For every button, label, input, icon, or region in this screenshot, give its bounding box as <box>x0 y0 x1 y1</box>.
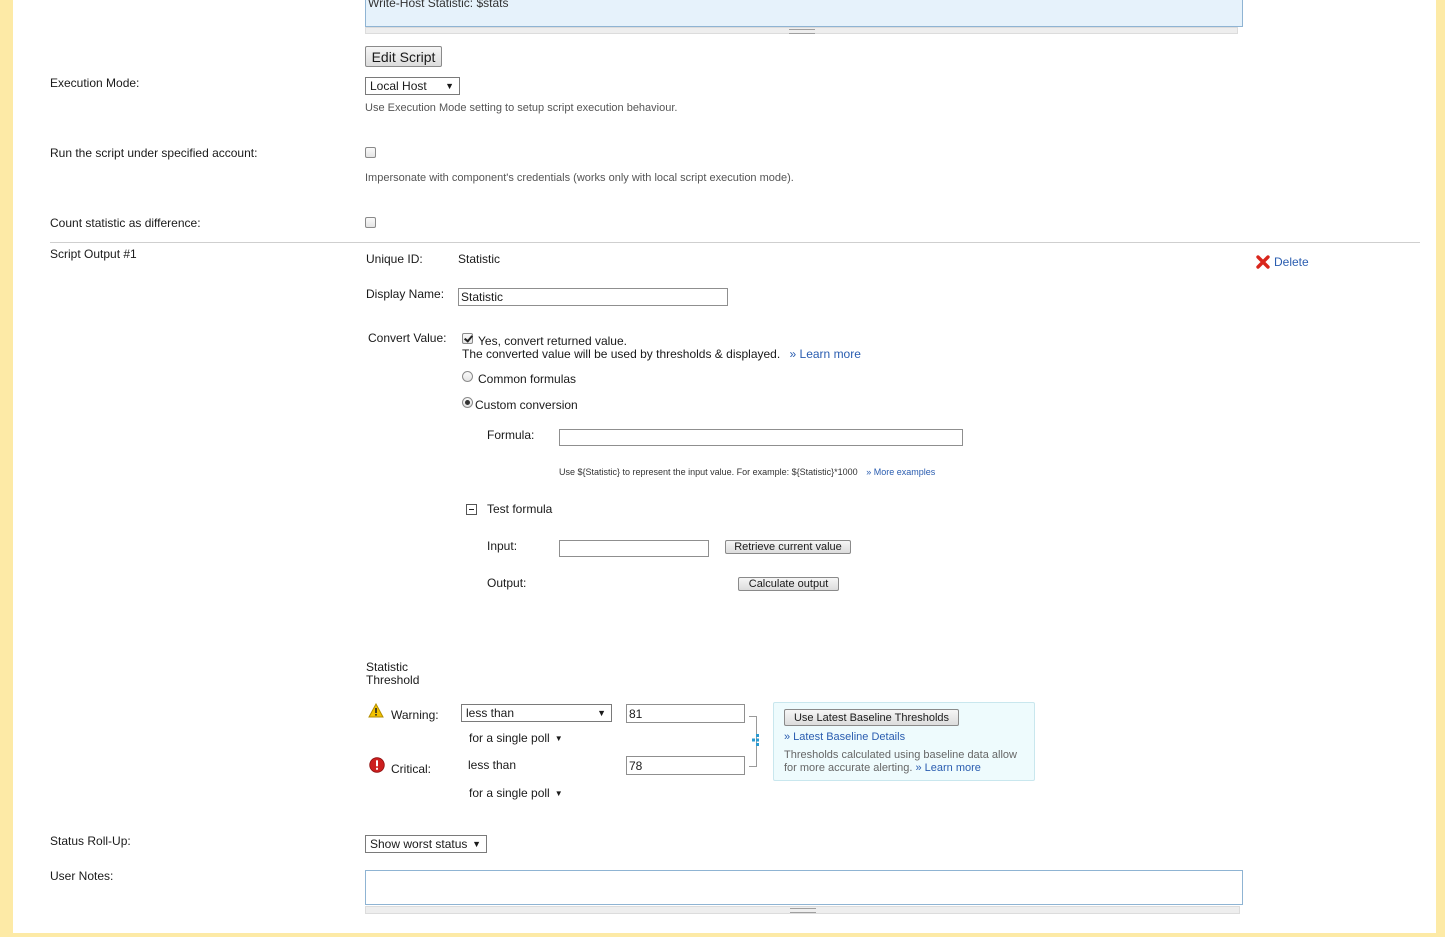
test-input-label: Input: <box>487 539 518 553</box>
status-rollup-select[interactable]: Show worst status ▼ <box>365 835 487 853</box>
baseline-note-line2: for more accurate alerting. <box>784 762 913 774</box>
caret-down-icon: ▼ <box>554 734 563 743</box>
display-name-input[interactable]: Statistic <box>458 288 728 306</box>
section-divider <box>50 242 1420 243</box>
threshold-title: Statistic Threshold <box>366 661 419 687</box>
warning-operator-select[interactable]: less than ▼ <box>461 704 612 722</box>
status-rollup-label: Status Roll-Up: <box>50 834 131 848</box>
calculate-output-button[interactable]: Calculate output <box>738 577 839 591</box>
run-as-label: Run the script under specified account: <box>50 146 258 160</box>
convert-value-label: Convert Value: <box>368 331 447 345</box>
convert-value-checkbox-label: Yes, convert returned value. <box>478 334 627 348</box>
delete-button[interactable]: Delete <box>1255 254 1309 270</box>
convert-note: The converted value will be used by thre… <box>462 347 861 361</box>
threshold-title-line2: Threshold <box>366 673 420 687</box>
user-notes-textarea[interactable] <box>365 870 1243 905</box>
minus-square-icon[interactable] <box>466 504 477 515</box>
script-output-label: Script Output #1 <box>50 247 137 261</box>
execution-mode-select[interactable]: Local Host ▼ <box>365 77 460 95</box>
caret-down-icon: ▼ <box>597 708 606 718</box>
execution-mode-value: Local Host <box>370 79 427 93</box>
warning-poll-dropdown[interactable]: for a single poll ▼ <box>469 731 563 745</box>
more-examples-link[interactable]: » More examples <box>866 467 935 477</box>
display-name-label: Display Name: <box>366 287 445 301</box>
content-panel: Write-Host Statistic: $stats Edit Script… <box>13 0 1436 933</box>
latest-baseline-details-link[interactable]: » Latest Baseline Details <box>784 731 905 743</box>
script-resize-handle[interactable] <box>365 27 1238 34</box>
caret-down-icon: ▼ <box>472 839 481 849</box>
warning-triangle-icon <box>368 703 384 718</box>
convert-learn-more-link[interactable]: » Learn more <box>790 347 861 361</box>
link-connector-icon[interactable] <box>751 734 763 746</box>
user-notes-resize-handle[interactable] <box>365 906 1240 914</box>
caret-down-icon: ▼ <box>554 789 563 798</box>
critical-label: Critical: <box>391 762 432 776</box>
critical-poll-value: for a single poll <box>469 786 550 800</box>
baseline-note-line1: Thresholds calculated using baseline dat… <box>784 749 1017 761</box>
common-formulas-label: Common formulas <box>478 372 577 386</box>
status-rollup-value: Show worst status <box>370 837 468 851</box>
unique-id-value: Statistic <box>458 252 501 266</box>
custom-conversion-label: Custom conversion <box>475 398 578 412</box>
retrieve-current-value-button[interactable]: Retrieve current value <box>725 540 851 554</box>
script-body-line: Write-Host Statistic: $stats <box>368 0 509 10</box>
warning-poll-value: for a single poll <box>469 731 550 745</box>
test-input-field[interactable] <box>559 540 709 557</box>
warning-value-input[interactable]: 81 <box>626 704 745 723</box>
convert-note-text: The converted value will be used by thre… <box>462 347 781 361</box>
caret-down-icon: ▼ <box>445 81 454 91</box>
test-formula-label[interactable]: Test formula <box>487 502 552 516</box>
warning-label: Warning: <box>391 708 439 722</box>
formula-input[interactable] <box>559 429 963 446</box>
user-notes-label: User Notes: <box>50 869 114 883</box>
critical-exclamation-icon <box>369 757 385 773</box>
warning-operator-value: less than <box>466 706 515 720</box>
count-difference-label: Count statistic as difference: <box>50 216 201 230</box>
test-output-label: Output: <box>487 576 527 590</box>
count-difference-checkbox[interactable] <box>365 217 376 228</box>
baseline-note: Thresholds calculated using baseline dat… <box>784 749 1017 775</box>
convert-value-checkbox[interactable] <box>462 333 473 344</box>
critical-poll-dropdown[interactable]: for a single poll ▼ <box>469 786 563 800</box>
critical-value-input[interactable]: 78 <box>626 756 745 775</box>
use-latest-baseline-button[interactable]: Use Latest Baseline Thresholds <box>784 709 959 726</box>
common-formulas-radio[interactable] <box>462 371 473 382</box>
delete-link[interactable]: Delete <box>1274 255 1309 269</box>
formula-label: Formula: <box>487 428 535 442</box>
edit-script-button[interactable]: Edit Script <box>365 46 442 67</box>
execution-mode-label: Execution Mode: <box>50 76 140 90</box>
custom-conversion-radio[interactable] <box>462 397 473 408</box>
formula-hint-text: Use ${Statistic} to represent the input … <box>559 467 858 477</box>
delete-x-icon <box>1256 255 1270 269</box>
baseline-thresholds-panel: Use Latest Baseline Thresholds » Latest … <box>773 702 1035 781</box>
baseline-learn-more-link[interactable]: » Learn more <box>915 762 980 774</box>
run-as-checkbox[interactable] <box>365 147 376 158</box>
execution-mode-hint: Use Execution Mode setting to setup scri… <box>365 102 678 114</box>
run-as-hint: Impersonate with component's credentials… <box>365 172 794 184</box>
formula-hint: Use ${Statistic} to represent the input … <box>559 467 935 477</box>
unique-id-label: Unique ID: <box>366 252 423 266</box>
critical-operator-value: less than <box>468 758 517 772</box>
script-body-textarea[interactable]: Write-Host Statistic: $stats <box>365 0 1243 27</box>
